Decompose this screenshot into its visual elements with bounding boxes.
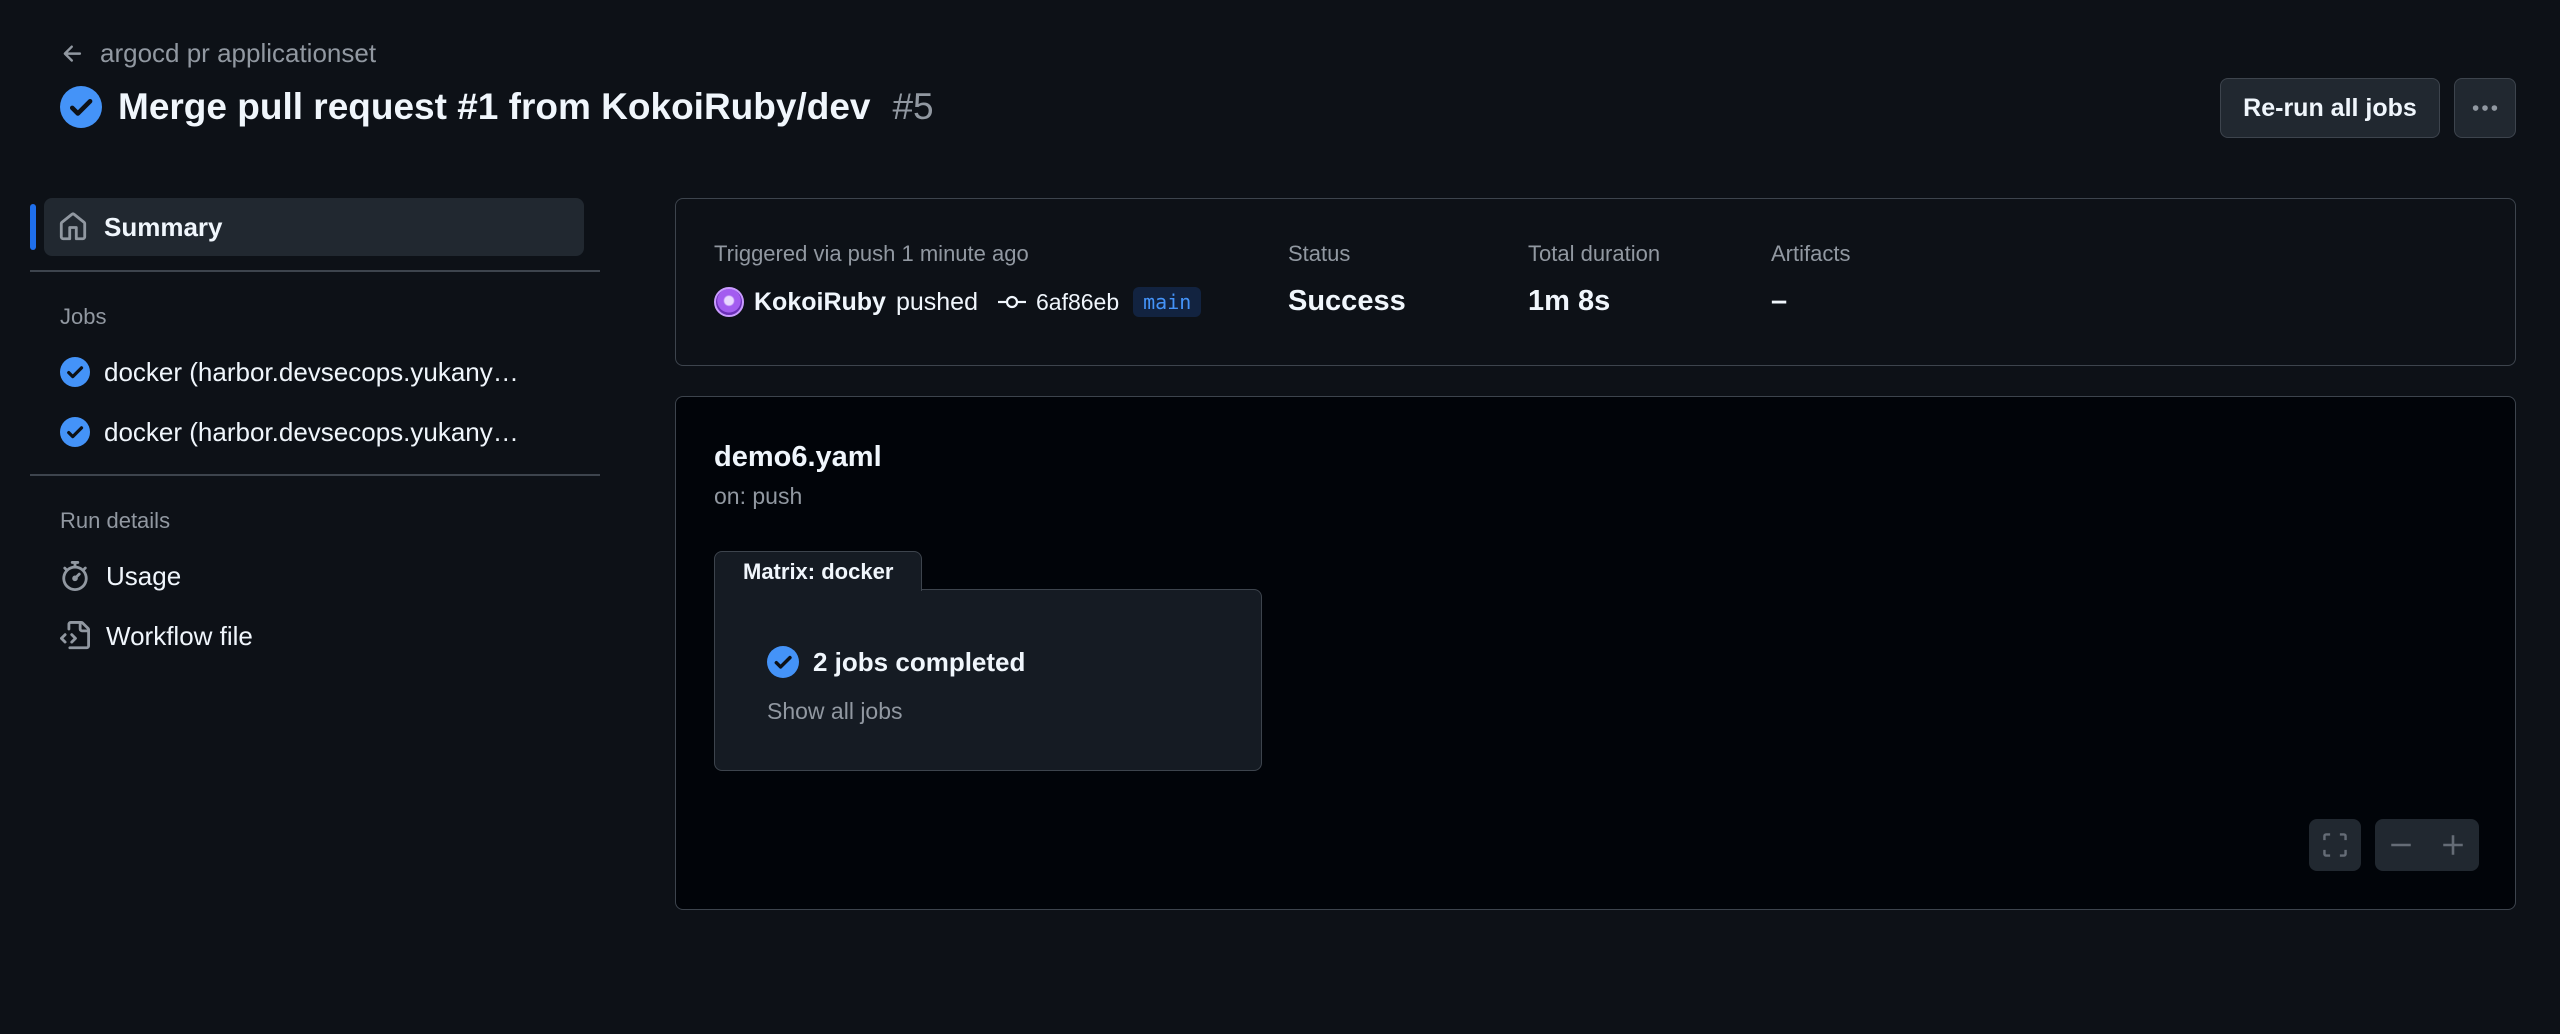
status-label: Status (1288, 241, 1351, 266)
plus-icon (2443, 835, 2463, 855)
back-link-label: argocd pr applicationset (100, 38, 377, 68)
arrow-left-icon (63, 44, 82, 62)
matrix-status: 2 jobs completed (767, 646, 1025, 678)
artifacts-label: Artifacts (1771, 241, 1851, 266)
rerun-all-jobs-button[interactable]: Re-run all jobs (2220, 78, 2440, 138)
divider (30, 474, 600, 476)
duration-value: 1m 8s (1528, 285, 1611, 317)
zoom-out-button[interactable] (2375, 819, 2427, 871)
show-all-jobs-link[interactable]: Show all jobs (767, 698, 903, 725)
kebab-horizontal-icon (2472, 105, 2498, 111)
action-text: pushed (895, 287, 978, 316)
back-link[interactable]: argocd pr applicationset (60, 38, 376, 69)
sidebar-item-label: Workflow file (106, 620, 253, 651)
workflow-file-name: demo6.yaml (714, 441, 882, 473)
matrix-tab: Matrix: docker (714, 551, 922, 591)
branch-badge[interactable]: main (1133, 287, 1202, 317)
run-details-heading: Run details (60, 508, 171, 533)
commit-sha-link[interactable]: 6af86eb (1036, 289, 1119, 316)
zoom-in-button[interactable] (2427, 819, 2479, 871)
jobs-heading: Jobs (60, 304, 107, 329)
sidebar-item-usage[interactable]: Usage (30, 546, 600, 606)
zoom-controls (2375, 819, 2479, 871)
workflow-graph-panel: demo6.yaml on: push Matrix: docker 2 job… (675, 396, 2516, 910)
stopwatch-icon (62, 561, 88, 591)
sidebar-item-label: Summary (104, 211, 223, 242)
more-options-button[interactable] (2454, 78, 2516, 138)
workflow-trigger: on: push (714, 483, 803, 509)
matrix-card[interactable]: 2 jobs completed Show all jobs (714, 589, 1262, 771)
success-check-icon (60, 417, 90, 447)
git-commit-icon (997, 292, 1026, 312)
dash-icon (2391, 843, 2411, 847)
matrix-status-label: 2 jobs completed (813, 646, 1026, 677)
success-check-icon (60, 357, 90, 387)
status-value: Success (1288, 285, 1406, 317)
sidebar-item-workflow-file[interactable]: Workflow file (30, 606, 600, 666)
avatar[interactable] (714, 287, 744, 317)
success-check-icon (60, 86, 102, 128)
run-number: #5 (892, 86, 934, 127)
sidebar-item-summary[interactable]: Summary (30, 198, 584, 256)
fit-to-screen-button[interactable] (2309, 819, 2361, 871)
run-summary-box: Triggered via push 1 minute ago KokoiRub… (675, 198, 2516, 366)
artifacts-value: – (1771, 285, 1788, 317)
sidebar-item-label: Usage (106, 560, 182, 591)
sidebar-item-job[interactable]: docker (harbor.devsecops.yukany… (30, 402, 600, 462)
screen-full-icon (2323, 833, 2347, 857)
active-indicator (30, 204, 36, 250)
job-label: docker (harbor.devsecops.yukany… (104, 356, 519, 387)
page-title: Merge pull request #1 from KokoiRuby/dev… (60, 86, 934, 128)
sidebar: Summary Jobs docker (harbor.devsecops.yu… (30, 198, 600, 666)
success-check-icon (767, 646, 799, 678)
run-title: Merge pull request #1 from KokoiRuby/dev (118, 86, 871, 127)
file-code-icon (60, 621, 90, 650)
divider (30, 270, 600, 272)
job-label: docker (harbor.devsecops.yukany… (104, 416, 519, 447)
actor-link[interactable]: KokoiRuby (754, 288, 886, 317)
duration-label: Total duration (1528, 241, 1661, 266)
sidebar-item-job[interactable]: docker (harbor.devsecops.yukany… (30, 342, 600, 402)
home-icon (59, 212, 87, 241)
trigger-label: Triggered via push 1 minute ago (714, 241, 1029, 266)
